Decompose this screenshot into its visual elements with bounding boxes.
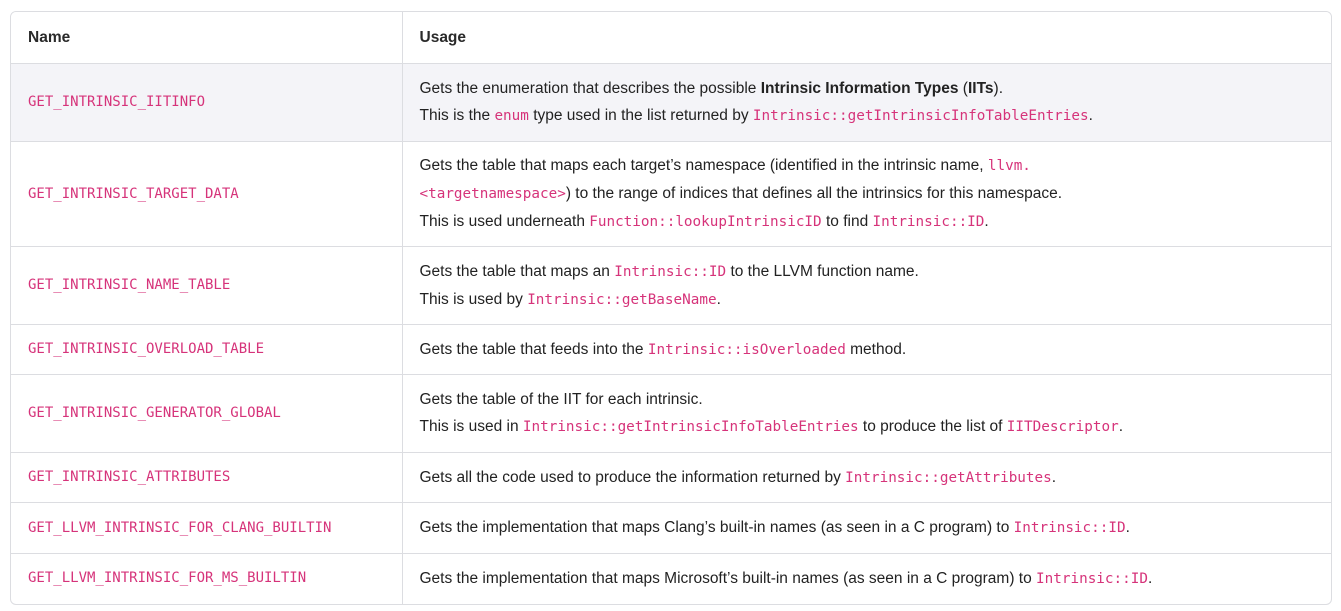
row-usage: Gets all the code used to produce the in… xyxy=(401,452,1331,503)
table-row: GET_INTRINSIC_GENERATOR_GLOBAL Gets the … xyxy=(11,374,1331,453)
usage-text: This is used underneath xyxy=(419,213,590,230)
usage-bold-text: IITs xyxy=(967,80,994,97)
row-name: GET_LLVM_INTRINSIC_FOR_CLANG_BUILTIN xyxy=(11,502,402,554)
table-header-row: Name Usage xyxy=(11,12,1331,64)
row-usage: Gets the table that feeds into the Intri… xyxy=(401,324,1331,375)
usage-code: Intrinsic::ID xyxy=(1013,520,1126,536)
usage-text: This is used by xyxy=(419,290,528,308)
usage-code: Intrinsic::getIntrinsicInfoTableEntries xyxy=(752,108,1089,124)
usage-text: . xyxy=(1051,468,1057,486)
usage-text: . xyxy=(1147,569,1153,587)
usage-text: ) to the range of indices that defines a… xyxy=(565,185,1063,202)
usage-line: Gets the table of the IIT for each intri… xyxy=(420,386,1315,413)
table-row: GET_INTRINSIC_OVERLOAD_TABLE Gets the ta… xyxy=(11,324,1331,375)
usage-line: Gets all the code used to produce the in… xyxy=(420,464,1315,492)
row-name: GET_INTRINSIC_TARGET_DATA xyxy=(11,141,402,247)
usage-line: This is used underneath Function::lookup… xyxy=(420,208,1315,236)
usage-text: This is used in xyxy=(419,418,523,435)
usage-line: Gets the implementation that maps Micros… xyxy=(420,565,1315,593)
usage-line: Gets the implementation that maps Clang’… xyxy=(420,514,1315,542)
usage-code: Intrinsic::ID xyxy=(872,214,985,230)
usage-line: This is the enum type used in the list r… xyxy=(420,102,1315,130)
row-name: GET_INTRINSIC_OVERLOAD_TABLE xyxy=(11,324,402,375)
row-usage: Gets the table that maps each target’s n… xyxy=(401,141,1331,247)
usage-text: . xyxy=(1088,107,1093,124)
row-usage: Gets the table that maps an Intrinsic::I… xyxy=(401,246,1331,325)
usage-text: Gets the table that feeds into the xyxy=(419,340,648,358)
usage-code: Intrinsic::ID xyxy=(614,263,727,280)
row-name: GET_INTRINSIC_IITINFO xyxy=(11,63,402,142)
table-row: GET_INTRINSIC_IITINFO Gets the enumerati… xyxy=(11,63,1331,142)
column-header-name: Name xyxy=(11,12,402,64)
usage-text: . xyxy=(984,213,989,230)
usage-line: Gets the table that maps each target’s n… xyxy=(420,152,1315,180)
row-name: GET_INTRINSIC_NAME_TABLE xyxy=(11,246,402,325)
table-row: GET_INTRINSIC_NAME_TABLE Gets the table … xyxy=(11,246,1331,325)
row-name: GET_INTRINSIC_GENERATOR_GLOBAL xyxy=(11,374,402,453)
row-usage: Gets the table of the IIT for each intri… xyxy=(401,374,1331,453)
usage-text: This is the xyxy=(419,107,495,124)
row-name: GET_INTRINSIC_ATTRIBUTES xyxy=(11,452,402,503)
usage-code: Function::lookupIntrinsicID xyxy=(589,214,822,230)
usage-text: method. xyxy=(845,340,907,358)
intrinsics-table: Name Usage GET_INTRINSIC_IITINFO Gets th… xyxy=(10,11,1332,605)
usage-line: Gets the table that feeds into the Intri… xyxy=(420,336,1315,364)
row-name: GET_LLVM_INTRINSIC_FOR_MS_BUILTIN xyxy=(28,570,307,587)
usage-text: . xyxy=(716,290,721,308)
usage-text: Gets the table of the IIT for each intri… xyxy=(419,391,703,408)
usage-text: Gets the table that maps an xyxy=(419,262,615,280)
usage-line: Gets the table that maps an Intrinsic::I… xyxy=(420,258,1315,286)
table-row: GET_LLVM_INTRINSIC_FOR_CLANG_BUILTIN Get… xyxy=(11,502,1331,554)
usage-text: to the LLVM function name. xyxy=(726,262,919,280)
usage-text: to produce the list of xyxy=(858,418,1007,435)
row-usage: Gets the enumeration that describes the … xyxy=(401,63,1331,142)
table-row: GET_INTRINSIC_ATTRIBUTES Gets all the co… xyxy=(11,452,1331,503)
usage-text: Gets the implementation that maps Clang’… xyxy=(419,519,1014,536)
usage-text: Gets the implementation that maps Micros… xyxy=(419,569,1037,587)
usage-line: This is used in Intrinsic::getIntrinsicI… xyxy=(420,413,1315,441)
usage-text: . xyxy=(1125,519,1130,536)
intrinsics-table-grid: Name Usage GET_INTRINSIC_IITINFO Gets th… xyxy=(11,12,1331,604)
usage-text: type used in the list returned by xyxy=(528,107,753,124)
row-usage: Gets the implementation that maps Clang’… xyxy=(401,502,1331,554)
usage-code: Intrinsic::getIntrinsicInfoTableEntries xyxy=(522,419,859,435)
usage-text: to find xyxy=(821,213,873,230)
usage-text: . xyxy=(1118,418,1124,435)
usage-code: enum xyxy=(494,108,529,124)
usage-code: IITDescriptor xyxy=(1006,419,1119,435)
usage-code: llvm. xyxy=(987,158,1031,174)
usage-text: Gets all the code used to produce the in… xyxy=(419,468,846,486)
usage-code: Intrinsic::getBaseName xyxy=(527,291,717,308)
usage-text: Gets the enumeration that describes the … xyxy=(419,80,761,97)
usage-text: ( xyxy=(958,80,968,97)
usage-line: Gets the enumeration that describes the … xyxy=(420,75,1315,102)
usage-code: Intrinsic::getAttributes xyxy=(845,469,1052,486)
usage-bold-text: Intrinsic Information Types xyxy=(760,80,959,97)
row-usage: Gets the implementation that maps Micros… xyxy=(401,553,1331,604)
usage-text: Gets the table that maps each target’s n… xyxy=(419,157,988,174)
usage-line: This is used by Intrinsic::getBaseName. xyxy=(420,286,1315,314)
table-row: GET_LLVM_INTRINSIC_FOR_MS_BUILTIN Gets t… xyxy=(11,553,1331,604)
usage-code: Intrinsic::isOverloaded xyxy=(647,341,846,358)
column-header-usage: Usage xyxy=(401,12,1331,64)
usage-code: Intrinsic::ID xyxy=(1036,570,1148,587)
usage-code: <targetnamespace> xyxy=(419,186,566,202)
table-row: GET_INTRINSIC_TARGET_DATA Gets the table… xyxy=(11,141,1331,247)
usage-text: ). xyxy=(993,80,1003,97)
usage-line: <targetnamespace>) to the range of indic… xyxy=(420,180,1315,208)
